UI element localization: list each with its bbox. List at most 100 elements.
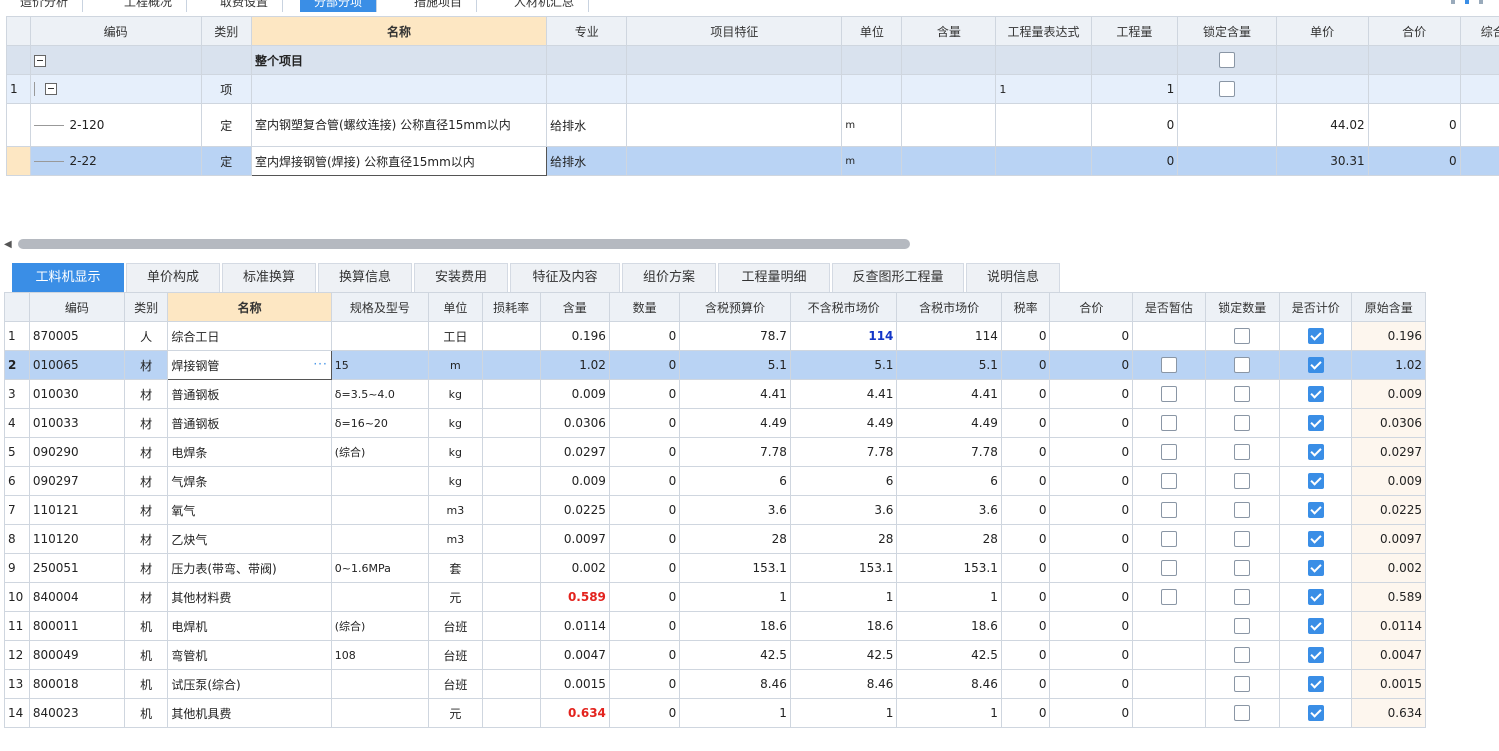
table-row[interactable]: 9 250051 材 压力表(带弯、带阀) 0~1.6MPa 套 0.002 0 153.1 15… <box>4 553 1426 583</box>
tab-unit-price-composition[interactable]: 单价构成 <box>126 263 220 292</box>
col-budget-price[interactable]: 含税预算价 <box>679 292 791 322</box>
provisional-checkbox[interactable] <box>1160 386 1177 402</box>
expr-cell[interactable]: 1 <box>995 74 1092 104</box>
col-unit-price[interactable]: 单价 <box>1275 16 1369 46</box>
quantity-cell[interactable]: 0 <box>608 437 681 467</box>
priced-checkbox[interactable] <box>1307 618 1324 634</box>
tab-description-info[interactable]: 说明信息 <box>966 263 1060 292</box>
market-price-ex-tax-cell[interactable]: 4.41 <box>789 379 898 409</box>
tax-rate-cell[interactable]: 0 <box>1000 698 1051 728</box>
priced-checkbox[interactable] <box>1307 647 1324 663</box>
code-text[interactable]: 2-22 <box>70 154 97 168</box>
type-cell[interactable]: 机 <box>123 669 169 699</box>
col-total[interactable]: 合价 <box>1049 292 1134 322</box>
total-cell[interactable]: 0 <box>1049 640 1134 670</box>
loss-rate-cell[interactable] <box>481 611 541 641</box>
tax-rate-cell[interactable]: 0 <box>1000 408 1051 438</box>
name-text[interactable]: 焊接钢管 <box>171 359 219 373</box>
quantity-cell[interactable]: 0 <box>608 669 681 699</box>
code-cell[interactable]: 110121 <box>28 495 125 525</box>
filter-icon[interactable] <box>1451 0 1455 4</box>
type-cell[interactable]: 材 <box>123 524 169 554</box>
market-price-ex-tax-cell[interactable]: 153.1 <box>789 553 898 583</box>
lock-quantity-checkbox[interactable] <box>1234 705 1251 721</box>
name-cell[interactable]: 电焊条 <box>167 437 332 467</box>
lock-content-checkbox[interactable] <box>1218 81 1235 97</box>
tab-project-overview[interactable]: 工程概况 <box>110 0 188 12</box>
budget-price-cell[interactable]: 8.46 <box>679 669 791 699</box>
tax-rate-cell[interactable]: 0 <box>1000 640 1051 670</box>
qty-cell[interactable]: 0 <box>1090 146 1179 176</box>
spec-cell[interactable] <box>330 321 429 351</box>
collapse-icon[interactable] <box>44 83 57 96</box>
priced-checkbox[interactable] <box>1307 502 1324 518</box>
provisional-checkbox[interactable] <box>1160 473 1177 489</box>
loss-rate-cell[interactable] <box>481 582 541 612</box>
lock-quantity-checkbox[interactable] <box>1234 444 1251 460</box>
tax-rate-cell[interactable]: 0 <box>1000 466 1051 496</box>
more-options-icon[interactable]: ··· <box>313 357 327 371</box>
lock-quantity-checkbox[interactable] <box>1234 589 1251 605</box>
name-cell[interactable] <box>250 74 548 104</box>
provisional-checkbox[interactable] <box>1160 531 1177 547</box>
name-cell[interactable]: 室内焊接钢管(焊接) 公称直径15mm以内 <box>250 146 548 176</box>
total-cell[interactable]: 0 <box>1049 437 1134 467</box>
lock-quantity-checkbox[interactable] <box>1234 502 1251 518</box>
name-cell[interactable]: 气焊条 <box>167 466 332 496</box>
provisional-checkbox[interactable] <box>1160 415 1177 431</box>
content-cell[interactable]: 0.0047 <box>539 640 610 670</box>
col-name[interactable]: 名称 <box>250 16 548 46</box>
code-cell[interactable]: 840023 <box>28 698 125 728</box>
tab-features-content[interactable]: 特征及内容 <box>510 263 620 292</box>
type-cell[interactable]: 材 <box>123 582 169 612</box>
tax-rate-cell[interactable]: 0 <box>1000 437 1051 467</box>
market-price-inc-tax-cell[interactable]: 153.1 <box>896 553 1002 583</box>
col-market-price-ex-tax[interactable]: 不含税市场价 <box>789 292 898 322</box>
lock-quantity-checkbox[interactable] <box>1234 473 1251 489</box>
priced-checkbox[interactable] <box>1307 676 1324 692</box>
tax-rate-cell[interactable]: 0 <box>1000 582 1051 612</box>
lock-quantity-checkbox[interactable] <box>1234 415 1251 431</box>
budget-price-cell[interactable]: 42.5 <box>679 640 791 670</box>
horizontal-scrollbar[interactable]: ◀ <box>0 236 1499 252</box>
col-spec[interactable]: 规格及型号 <box>330 292 429 322</box>
lock-quantity-checkbox[interactable] <box>1234 386 1251 402</box>
expr-cell[interactable] <box>995 146 1092 176</box>
code-cell[interactable]: 090290 <box>28 437 125 467</box>
spec-cell[interactable] <box>330 466 429 496</box>
tax-rate-cell[interactable]: 0 <box>1000 553 1051 583</box>
table-row[interactable]: 7 110121 材 氧气 m3 0.0225 0 3.6 3.6 3.6 0 0 0.0225 <box>4 495 1426 525</box>
total-cell[interactable]: 0 <box>1049 698 1134 728</box>
table-row-selected[interactable]: 2-22 定 室内焊接钢管(焊接) 公称直径15mm以内 给排水 m 0 30.… <box>6 146 1499 176</box>
table-row-selected[interactable]: 2 010065 材 焊接钢管 ··· 15 m 1.02 0 5.1 5.1 5.1 0 0 1.02 <box>4 350 1426 380</box>
type-cell[interactable]: 人 <box>123 321 169 351</box>
unit-cell[interactable]: 元 <box>427 582 483 612</box>
tax-rate-cell[interactable]: 0 <box>1000 669 1051 699</box>
market-price-inc-tax-cell[interactable]: 4.49 <box>896 408 1002 438</box>
col-expression[interactable]: 工程量表达式 <box>995 16 1092 46</box>
type-cell[interactable]: 材 <box>123 350 169 380</box>
code-text[interactable]: 2-120 <box>70 118 105 132</box>
table-row[interactable]: 10 840004 材其他材料费元 0.589 0 1 1 1 0 0 0.589 <box>4 582 1426 612</box>
market-price-ex-tax-cell[interactable]: 5.1 <box>789 350 898 380</box>
col-code[interactable]: 编码 <box>28 292 125 322</box>
lock-quantity-checkbox[interactable] <box>1234 531 1251 547</box>
lock-quantity-checkbox[interactable] <box>1234 357 1251 373</box>
tab-labor-material-summary[interactable]: 人材机汇总 <box>500 0 590 12</box>
table-row[interactable]: 14 840023 机 其他机具费 元 0.634 0 1 1 1 0 0 0.634 <box>4 698 1426 728</box>
tax-rate-cell[interactable]: 0 <box>1000 524 1051 554</box>
loss-rate-cell[interactable] <box>481 553 541 583</box>
quantity-cell[interactable]: 0 <box>608 524 681 554</box>
tab-installation-fee[interactable]: 安装费用 <box>414 263 508 292</box>
market-price-inc-tax-cell[interactable]: 42.5 <box>896 640 1002 670</box>
lock-quantity-checkbox[interactable] <box>1234 618 1251 634</box>
name-cell[interactable]: 其他机具费 <box>167 698 332 728</box>
table-row[interactable]: 1 870005 人 综合工日 工日 0.196 0 78.7 114 114 0 0 0.196 <box>4 321 1426 351</box>
tab-sections[interactable]: 分部分项 <box>300 0 378 12</box>
budget-price-cell[interactable]: 1 <box>679 698 791 728</box>
tax-rate-cell[interactable]: 0 <box>1000 379 1051 409</box>
budget-price-cell[interactable]: 4.41 <box>679 379 791 409</box>
type-cell[interactable]: 材 <box>123 466 169 496</box>
quantity-cell[interactable]: 0 <box>608 495 681 525</box>
budget-price-cell[interactable]: 6 <box>679 466 791 496</box>
